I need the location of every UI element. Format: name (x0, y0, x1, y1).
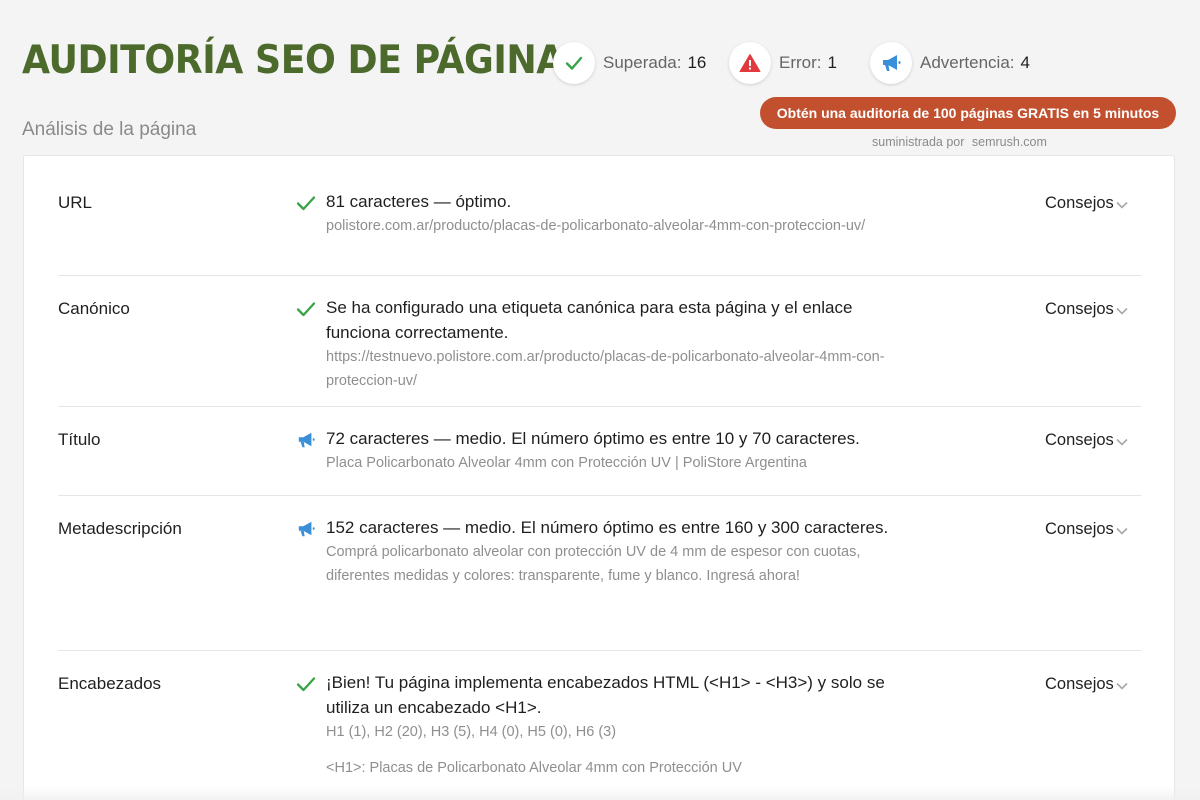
row-label: Encabezados (58, 674, 162, 693)
row-label: Canónico (58, 299, 130, 318)
row-main-text: ¡Bien! Tu página implementa encabezados … (326, 673, 885, 717)
warning-icon-circle (870, 42, 912, 84)
passed-label: Superada: (603, 53, 682, 72)
audit-card: URL 81 caracteres — óptimo. polistore.co… (23, 155, 1175, 800)
error-label: Error: (779, 53, 822, 72)
warning-icon (739, 54, 761, 72)
row-content: 81 caracteres — óptimo. polistore.com.ar… (326, 189, 896, 238)
row-content: Se ha configurado una etiqueta canónica … (326, 295, 896, 393)
audit-row-meta-description: Metadescripción 152 caracteres — medio. … (58, 495, 1141, 650)
tips-label: Consejos (1045, 194, 1114, 212)
row-h1-text: <H1>: Placas de Policarbonato Alveolar 4… (326, 760, 742, 776)
page-title: AUDITORÍA SEO DE PÁGINA (22, 38, 564, 83)
error-stat: Error: 1 (729, 42, 837, 84)
audit-row-title: Título 72 caracteres — medio. El número … (58, 406, 1141, 495)
row-main-text: Se ha configurado una etiqueta canónica … (326, 298, 853, 342)
audit-row-url: URL 81 caracteres — óptimo. polistore.co… (58, 156, 1141, 275)
chevron-down-icon (1116, 307, 1128, 315)
row-detail-text: Comprá policarbonato alveolar con protec… (326, 544, 861, 584)
error-icon-circle (729, 42, 771, 84)
row-detail-text: H1 (1), H2 (20), H3 (5), H4 (0), H5 (0),… (326, 724, 617, 740)
tips-label: Consejos (1045, 520, 1114, 538)
tips-label: Consejos (1045, 675, 1114, 693)
bottom-fade (0, 786, 1200, 800)
chevron-down-icon (1116, 201, 1128, 209)
warning-label: Advertencia: (920, 53, 1015, 72)
tips-toggle[interactable]: Consejos (1045, 300, 1129, 319)
row-content: 72 caracteres — medio. El número óptimo … (326, 426, 896, 475)
check-icon (565, 56, 583, 70)
tips-toggle[interactable]: Consejos (1045, 520, 1129, 539)
row-detail-text: polistore.com.ar/producto/placas-de-poli… (326, 218, 866, 234)
passed-count: 16 (687, 53, 707, 72)
check-icon (295, 298, 317, 320)
warning-count: 4 (1020, 53, 1030, 72)
tips-label: Consejos (1045, 431, 1114, 449)
audit-row-headings: Encabezados ¡Bien! Tu página implementa … (58, 650, 1141, 800)
passed-stat: Superada: 16 (553, 42, 706, 84)
row-detail-text: Placa Policarbonato Alveolar 4mm con Pro… (326, 455, 807, 471)
megaphone-icon (883, 55, 901, 71)
row-content: ¡Bien! Tu página implementa encabezados … (326, 670, 896, 780)
megaphone-icon (295, 518, 317, 540)
passed-icon-circle (553, 42, 595, 84)
row-main-text: 152 caracteres — medio. El número óptimo… (326, 518, 889, 537)
row-label: URL (58, 193, 93, 212)
warning-stat: Advertencia: 4 (870, 42, 1030, 84)
check-icon (295, 673, 317, 695)
row-content: 152 caracteres — medio. El número óptimo… (326, 515, 896, 588)
semrush-link[interactable]: semrush.com (972, 135, 1047, 149)
check-icon (295, 192, 317, 214)
chevron-down-icon (1116, 527, 1128, 535)
tips-label: Consejos (1045, 300, 1114, 318)
row-detail-text: https://testnuevo.polistore.com.ar/produ… (326, 349, 885, 389)
row-label: Metadescripción (58, 519, 182, 538)
free-audit-button[interactable]: Obtén una auditoría de 100 páginas GRATI… (760, 97, 1176, 129)
tips-toggle[interactable]: Consejos (1045, 194, 1129, 213)
chevron-down-icon (1116, 682, 1128, 690)
powered-by: suministrada por semrush.com (872, 135, 1047, 149)
section-subtitle: Análisis de la página (22, 119, 197, 140)
audit-row-canonical: Canónico Se ha configurado una etiqueta … (58, 275, 1141, 406)
megaphone-icon (295, 429, 317, 451)
error-count: 1 (827, 53, 837, 72)
powered-by-text: suministrada por (872, 135, 965, 149)
row-main-text: 72 caracteres — medio. El número óptimo … (326, 429, 860, 448)
tips-toggle[interactable]: Consejos (1045, 431, 1129, 450)
row-main-text: 81 caracteres — óptimo. (326, 192, 512, 211)
tips-toggle[interactable]: Consejos (1045, 675, 1129, 694)
chevron-down-icon (1116, 438, 1128, 446)
row-label: Título (58, 430, 101, 449)
